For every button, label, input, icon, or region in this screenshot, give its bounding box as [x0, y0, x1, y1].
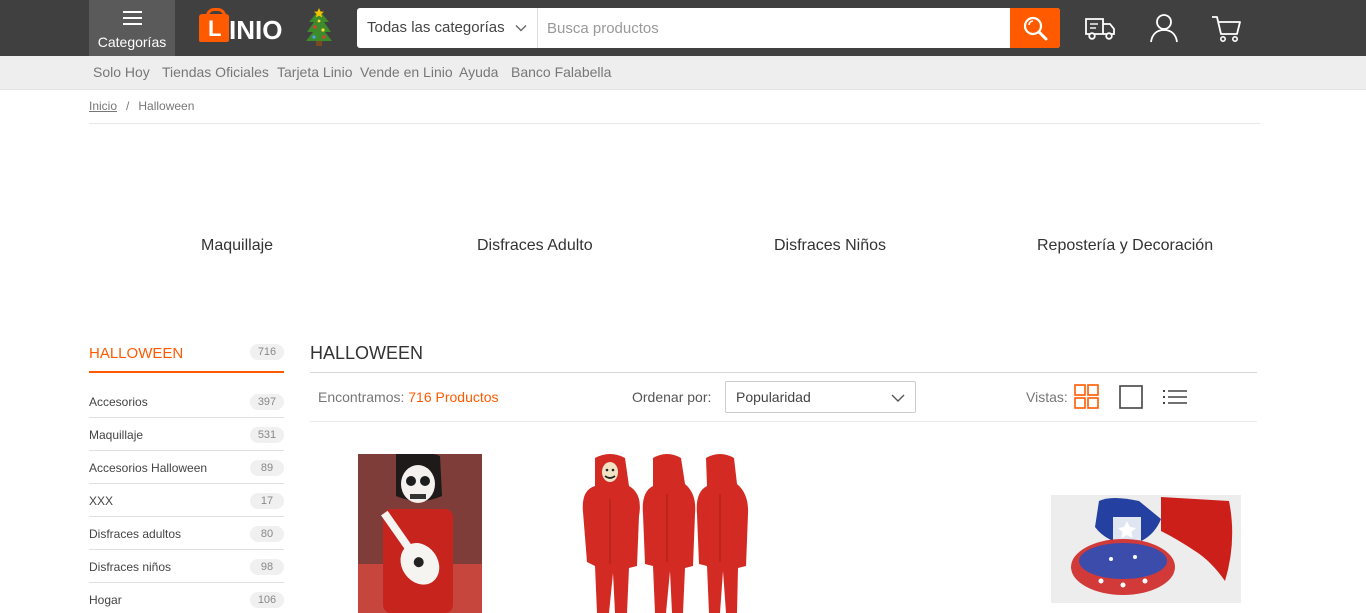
product-card-image[interactable]	[573, 454, 750, 613]
chevron-down-icon	[891, 394, 905, 402]
results-prefix: Encontramos:	[318, 389, 405, 405]
christmas-tree-icon	[306, 8, 332, 46]
count-badge: 716	[250, 344, 284, 360]
sidebar-item-xxx[interactable]: XXX 17	[89, 484, 284, 517]
count-badge: 397	[250, 394, 284, 410]
count-badge: 80	[250, 526, 284, 542]
search-icon	[1023, 16, 1048, 41]
sidebar-item-maquillaje[interactable]: Maquillaje 531	[89, 418, 284, 451]
sidebar-item-label: Accesorios	[89, 395, 148, 409]
product-card-image[interactable]	[1051, 495, 1241, 603]
category-link-reposteria-decoracion[interactable]: Repostería y Decoración	[1037, 237, 1213, 255]
divider	[310, 421, 1257, 422]
sidebar-item-label: Hogar	[89, 593, 122, 607]
hamburger-icon	[123, 11, 142, 29]
search-input[interactable]	[538, 8, 1010, 48]
breadcrumb-separator: /	[126, 99, 130, 113]
top-header: Categorías L INIO Todas las categorías	[0, 0, 1366, 56]
count-badge: 17	[250, 493, 284, 509]
divider	[89, 123, 1260, 124]
breadcrumb: Inicio / Halloween	[89, 99, 194, 113]
sidebar-title[interactable]: HALLOWEEN	[89, 345, 183, 362]
sidebar-header: HALLOWEEN 716	[89, 344, 284, 373]
subnav-vende-en-linio[interactable]: Vende en Linio	[360, 64, 453, 80]
sidebar-item-disfraces-adultos[interactable]: Disfraces adultos 80	[89, 517, 284, 550]
search-bar: Todas las categorías	[357, 8, 1060, 48]
sidebar-item-disfraces-ninos[interactable]: Disfraces niños 98	[89, 550, 284, 583]
breadcrumb-home-link[interactable]: Inicio	[89, 99, 117, 113]
search-category-value: Todas las categorías	[367, 19, 505, 36]
category-link-maquillaje[interactable]: Maquillaje	[201, 237, 273, 255]
product-card-image[interactable]	[358, 454, 482, 613]
search-category-select[interactable]: Todas las categorías	[357, 8, 538, 48]
delivery-truck-icon[interactable]	[1083, 12, 1117, 44]
subnav-tarjeta-linio[interactable]: Tarjeta Linio	[277, 64, 353, 80]
product-image-tutu-cape-costume	[1051, 495, 1241, 603]
secondary-nav: Solo Hoy Tiendas Oficiales Tarjeta Linio…	[0, 56, 1366, 90]
shopping-cart-icon[interactable]	[1210, 12, 1244, 44]
single-view-icon[interactable]	[1118, 384, 1144, 410]
breadcrumb-current: Halloween	[138, 99, 195, 113]
user-account-icon[interactable]	[1147, 12, 1181, 44]
count-badge: 89	[250, 460, 284, 476]
subnav-tiendas-oficiales[interactable]: Tiendas Oficiales	[162, 64, 269, 80]
grid-view-icon[interactable]	[1074, 384, 1100, 410]
count-badge: 531	[250, 427, 284, 443]
page-title: HALLOWEEN	[310, 343, 424, 363]
search-button[interactable]	[1010, 8, 1060, 48]
categories-menu-button[interactable]: Categorías	[89, 0, 175, 56]
sidebar-item-accesorios-halloween[interactable]: Accesorios Halloween 89	[89, 451, 284, 484]
count-badge: 98	[250, 559, 284, 575]
logo-bag-letter: L	[208, 16, 222, 41]
sidebar-item-label: Disfraces adultos	[89, 527, 182, 541]
subnav-banco-falabella[interactable]: Banco Falabella	[511, 64, 611, 80]
sidebar-item-label: Accesorios Halloween	[89, 461, 208, 475]
sidebar-item-accesorios[interactable]: Accesorios 397	[89, 385, 284, 418]
sidebar-item-hogar[interactable]: Hogar 106	[89, 583, 284, 613]
list-view-icon[interactable]	[1162, 384, 1188, 410]
results-count: Encontramos: 716 Productos	[318, 389, 499, 405]
logo-text: INIO	[229, 15, 283, 45]
categories-label: Categorías	[97, 34, 167, 50]
views-label: Vistas:	[1026, 389, 1068, 405]
linio-logo[interactable]: L INIO	[199, 8, 289, 46]
chevron-down-icon	[515, 25, 527, 32]
sidebar-item-label: Disfraces niños	[89, 560, 172, 574]
sidebar-item-label: XXX	[89, 494, 114, 508]
results-number: 716 Productos	[408, 389, 499, 405]
category-link-disfraces-adulto[interactable]: Disfraces Adulto	[477, 237, 593, 255]
subnav-ayuda[interactable]: Ayuda	[459, 64, 498, 80]
count-badge: 106	[250, 592, 284, 608]
category-link-disfraces-ninos[interactable]: Disfraces Niños	[774, 237, 886, 255]
sort-value: Popularidad	[736, 389, 811, 405]
product-image-coco-costume	[358, 454, 482, 613]
subnav-solo-hoy[interactable]: Solo Hoy	[93, 64, 150, 80]
sort-select[interactable]: Popularidad	[725, 381, 916, 413]
sidebar-item-label: Maquillaje	[89, 428, 144, 442]
divider	[310, 372, 1257, 373]
sort-label: Ordenar por:	[632, 389, 712, 405]
product-image-red-jumpsuit-costume	[582, 454, 749, 613]
